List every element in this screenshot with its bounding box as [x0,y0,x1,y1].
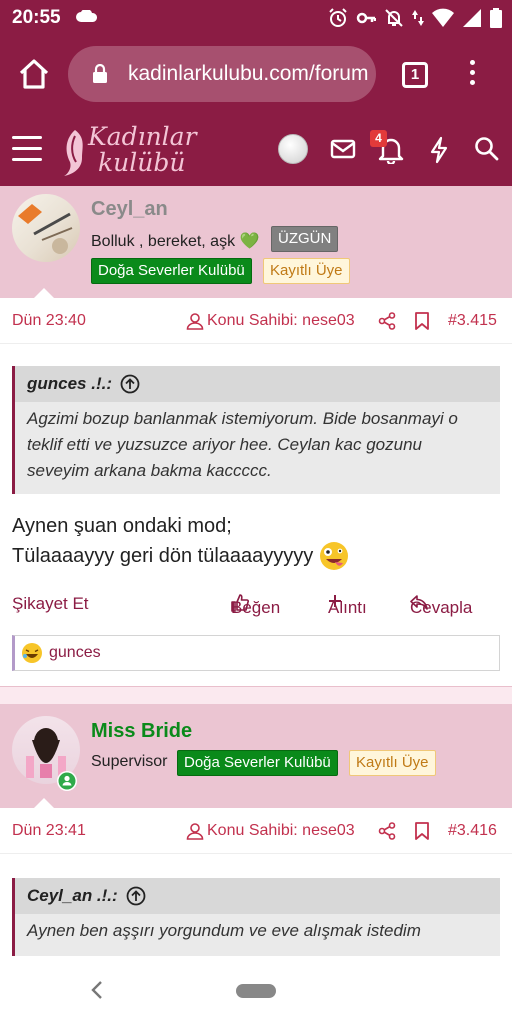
post-pointer [34,288,54,298]
thread-owner-text: Konu Sahibi: nese03 [207,822,355,839]
quote-label: Alıntı [328,598,367,617]
thread-owner-text: Konu Sahibi: nese03 [207,312,355,329]
mute-icon [385,9,403,27]
post-number[interactable]: #3.415 [448,312,497,330]
post-user-header: Miss Bride Supervisor Doğa Severler Kulü… [0,704,512,808]
quote-text: Aynen ben aşşırı yorgundum ve eve alışma… [27,921,421,940]
quote-header[interactable]: gunces .!.: [15,366,500,402]
user-icon [186,313,204,330]
lock-icon [93,64,107,83]
logo-mark-icon [64,130,83,176]
reply-label: Cevapla [410,598,473,617]
user-badge-member: Kayıtlı Üye [349,750,436,776]
user-badge-club: Doğa Severler Kulübü [91,258,252,284]
share-icon[interactable] [378,822,396,840]
post-pointer [34,798,54,808]
arrow-up-circle-icon[interactable] [120,374,140,394]
online-status-icon [57,771,77,791]
quote-button[interactable]: Alıntı [328,594,367,617]
status-time: 20:55 [12,7,61,28]
tab-switcher-button[interactable]: 1 [402,62,428,88]
reply-button[interactable]: Cevapla [410,594,472,617]
post-meta: Dün 23:40 Konu Sahibi: nese03 #3.415 [0,298,512,344]
quote-author: Ceyl_an .!.: [27,886,118,905]
thread-owner: Konu Sahibi: nese03 [186,312,355,330]
laughing-emoji-icon [22,643,42,663]
site-logo[interactable]: Kadınlar kulübü [60,120,200,180]
user-title: Bolluk , bereket, aşk 💚 [91,233,260,250]
post-date[interactable]: Dün 23:41 [12,822,86,840]
post-message: Aynen şuan ondaki mod; Tülaaaayyy geri d… [12,511,500,571]
like-label: Beğen [231,598,281,617]
alarm-icon [329,8,347,27]
username[interactable]: Miss Bride [91,720,192,743]
url-text: kadinlarkulubu.com/forum [128,62,369,85]
wifi-icon [432,8,454,27]
home-icon[interactable] [16,56,52,92]
signal-icon [463,9,481,27]
like-button[interactable]: Beğen [231,594,280,617]
data-arrows-icon [412,10,424,26]
mail-icon[interactable] [330,138,356,160]
home-gesture-pill[interactable] [236,984,276,998]
quote-block: gunces .!.: Agzimi bozup banlanmak istem… [12,366,500,494]
battery-icon [490,8,502,28]
hamburger-menu-icon[interactable] [12,136,42,162]
reaction-user[interactable]: gunces [49,644,101,662]
post-actions: Şikayet Et Beğen Alıntı Cevapla [0,590,512,620]
reactions-bar[interactable]: gunces [12,635,500,671]
username[interactable]: Ceyl_an [91,198,168,221]
post-separator [0,686,512,704]
user-title: Supervisor [91,753,168,770]
browser-menu-icon[interactable] [466,60,478,90]
lightning-icon[interactable] [428,136,450,164]
cloud-icon [76,10,98,22]
avatar[interactable] [12,194,80,262]
report-link[interactable]: Şikayet Et [12,594,89,614]
key-icon [356,12,376,24]
status-bar: 20:55 [0,0,512,36]
logo-line2: kulübü [98,148,186,177]
message-line: Tülaaaayyy geri dön tülaaaayyyyy [12,545,314,567]
search-icon[interactable] [474,136,500,162]
user-badge-member: Kayıtlı Üye [263,258,350,284]
post-user-header: Ceyl_an Bolluk , bereket, aşk 💚 ÜZGÜN Do… [0,186,512,298]
back-chevron-icon[interactable] [90,980,104,1000]
address-bar[interactable]: kadinlarkulubu.com/forum [68,46,376,102]
post-number[interactable]: #3.416 [448,822,497,840]
notification-badge: 4 [370,130,387,147]
post-meta: Dün 23:41 Konu Sahibi: nese03 #3.416 [0,808,512,854]
user-badge-mood: ÜZGÜN [271,226,339,252]
message-line: Aynen şuan ondaki mod; [12,515,232,537]
browser-toolbar: kadinlarkulubu.com/forum 1 [0,36,512,114]
user-avatar[interactable] [278,134,308,164]
thread-owner: Konu Sahibi: nese03 [186,822,355,840]
system-nav-bar [0,956,512,1024]
user-badge-club: Doğa Severler Kulübü [177,750,338,776]
avatar-image [18,204,73,254]
quote-author: gunces .!.: [27,374,113,393]
share-icon[interactable] [378,312,396,330]
site-header: Kadınlar kulübü 4 [0,114,512,186]
quote-header[interactable]: Ceyl_an .!.: [15,878,500,914]
arrow-up-circle-icon[interactable] [126,886,146,906]
user-icon [186,823,204,840]
crazy-face-emoji-icon [320,542,349,570]
logo-line1: Kadınlar [88,122,197,151]
quote-block: Ceyl_an .!.: Aynen ben aşşırı yorgundum … [12,878,500,956]
bookmark-icon[interactable] [414,821,430,841]
bookmark-icon[interactable] [414,311,430,331]
post-date[interactable]: Dün 23:40 [12,312,86,330]
quote-text: Agzimi bozup banlanmak istemiyorum. Bide… [27,409,458,480]
